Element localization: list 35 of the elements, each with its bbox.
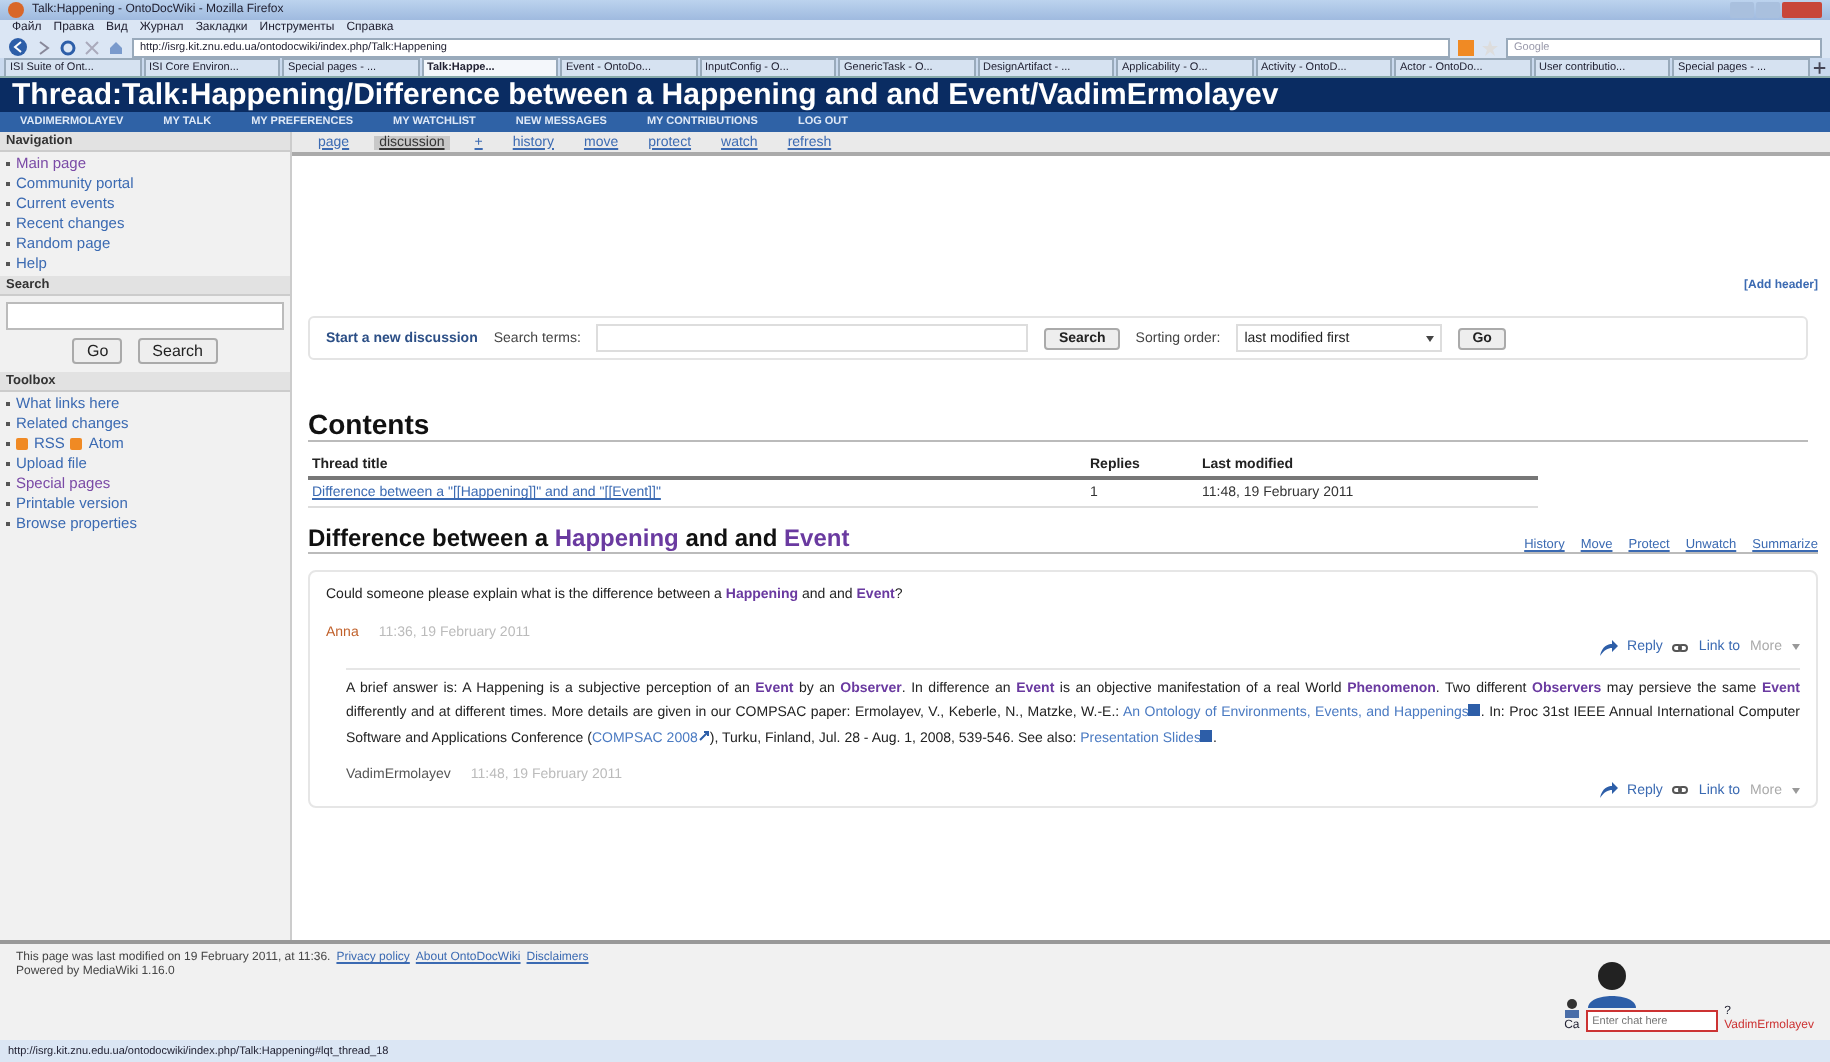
reload-icon — [60, 39, 76, 55]
chain-link-icon — [1672, 786, 1689, 794]
new-tab-icon — [1811, 60, 1827, 76]
feed-icon — [70, 437, 83, 449]
heading-text: and and — [683, 524, 780, 552]
reply-arrow-icon — [1599, 782, 1618, 798]
stop-icon — [84, 39, 100, 55]
contents-heading: Contents — [308, 408, 1808, 442]
chain-link-icon — [1672, 643, 1689, 651]
browser-icon — [8, 2, 24, 18]
back-icon — [8, 38, 28, 56]
term-link[interactable]: Happening — [554, 524, 679, 552]
caret-icon — [1426, 335, 1435, 341]
search-button[interactable]: Search — [138, 338, 218, 364]
star-icon — [1482, 39, 1498, 55]
external-link-icon — [697, 729, 710, 741]
feed-icon — [1458, 39, 1474, 55]
caret-icon — [1792, 787, 1800, 793]
reply-arrow-icon — [1599, 639, 1618, 655]
forward-icon — [36, 39, 52, 55]
pdf-icon — [1468, 704, 1481, 716]
avatar-icon — [1586, 960, 1639, 1008]
close-button[interactable] — [1782, 2, 1822, 18]
pdf-icon — [1200, 729, 1213, 741]
search-field[interactable] — [596, 324, 1029, 352]
page-title: Thread:Talk:Happening/Difference between a Happening and and Event/VadimErmolayev — [0, 78, 1830, 112]
maximize-button[interactable] — [1756, 2, 1780, 18]
heading-text: Difference between a — [308, 524, 551, 552]
term-link[interactable]: Event — [784, 524, 850, 552]
minimize-button[interactable] — [1730, 2, 1754, 18]
search-field[interactable] — [6, 302, 284, 330]
feed-icon — [16, 437, 28, 449]
go-button[interactable]: Go — [72, 338, 123, 364]
user-icon — [1564, 998, 1581, 1018]
caret-icon — [1792, 644, 1800, 650]
